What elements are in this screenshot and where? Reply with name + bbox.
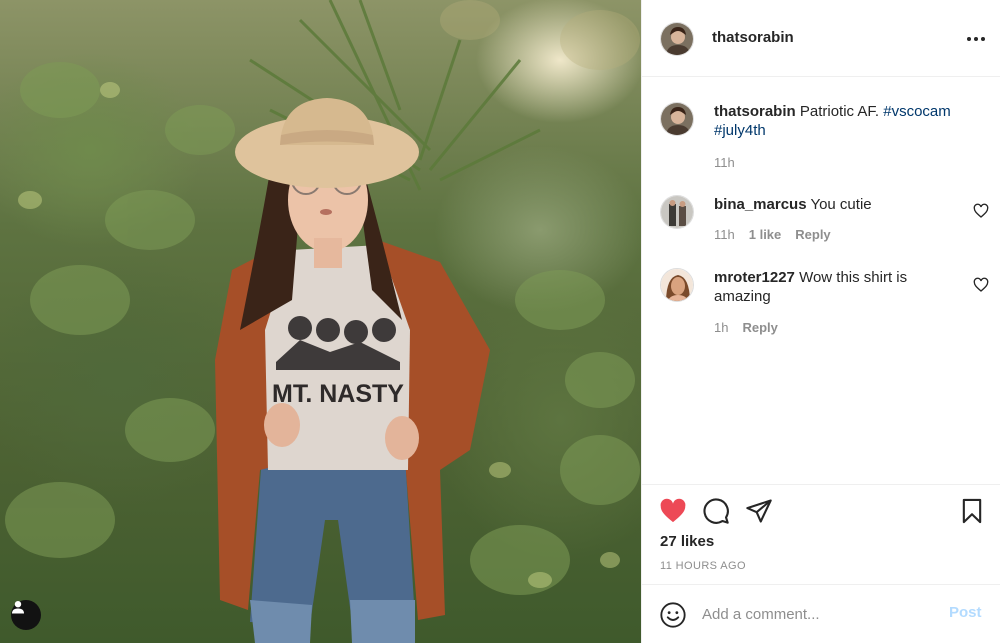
emoji-button[interactable] xyxy=(659,601,687,629)
save-button[interactable] xyxy=(958,497,986,525)
comment-text: You cutie xyxy=(810,196,872,213)
post-header: thatsorabin xyxy=(642,0,1000,77)
emoji-icon xyxy=(660,602,686,628)
like-comment-button[interactable] xyxy=(973,203,989,219)
like-comment-button[interactable] xyxy=(973,277,989,293)
comment-body: bina_marcus You cutie xyxy=(714,195,954,214)
post-side-panel: thatsorabin thatsorabin Patriotic AF. #v… xyxy=(641,0,1000,643)
heart-filled-icon xyxy=(660,498,686,523)
post-actions: 27 likes 11 HOURS AGO xyxy=(642,484,1000,584)
comment-body: mroter1227 Wow this shirt is amazing xyxy=(714,268,954,306)
caption-text: Patriotic AF. xyxy=(799,103,880,120)
heart-outline-icon xyxy=(973,277,989,292)
comment-meta: 1h Reply xyxy=(714,320,778,335)
add-comment-bar: Post xyxy=(642,584,1000,643)
comment-input[interactable] xyxy=(702,603,932,625)
author-username[interactable]: thatsorabin xyxy=(712,29,794,46)
reply-button[interactable]: Reply xyxy=(795,227,830,242)
more-horizontal-icon xyxy=(967,37,985,41)
comments-list: thatsorabin Patriotic AF. #vscocam #july… xyxy=(642,78,1000,484)
like-button[interactable] xyxy=(659,497,687,525)
caption-body: thatsorabin Patriotic AF. #vscocam #july… xyxy=(714,102,954,140)
author-avatar[interactable] xyxy=(660,22,694,56)
commenter-username[interactable]: bina_marcus xyxy=(714,196,807,213)
shirt-print-text: MT. NASTY xyxy=(272,380,404,408)
share-icon xyxy=(746,499,772,523)
commenter-avatar[interactable] xyxy=(660,195,694,229)
commenter-avatar[interactable] xyxy=(660,268,694,302)
comment-icon xyxy=(703,498,729,524)
caption-meta: 11h xyxy=(714,155,735,170)
comment-button[interactable] xyxy=(702,497,730,525)
post-photo[interactable]: MT. NASTY xyxy=(0,0,641,643)
hashtag-link[interactable]: #vscocam xyxy=(883,103,951,120)
comment-meta: 11h 1 like Reply xyxy=(714,227,831,242)
comment-likes[interactable]: 1 like xyxy=(749,227,782,242)
user-tag-icon xyxy=(12,601,24,614)
bookmark-icon xyxy=(962,498,982,524)
commenter-username[interactable]: mroter1227 xyxy=(714,269,795,286)
more-options-button[interactable] xyxy=(964,29,988,49)
post-comment-button[interactable]: Post xyxy=(949,604,982,621)
caption-time[interactable]: 11h xyxy=(714,155,735,170)
post-time-ago[interactable]: 11 HOURS AGO xyxy=(660,560,746,572)
likes-count[interactable]: 27 likes xyxy=(660,533,714,550)
caption-username[interactable]: thatsorabin xyxy=(714,103,796,120)
share-button[interactable] xyxy=(745,497,773,525)
post-photo-illustration: MT. NASTY xyxy=(5,0,640,643)
caption-avatar[interactable] xyxy=(660,102,694,136)
comment-time[interactable]: 11h xyxy=(714,227,735,242)
heart-outline-icon xyxy=(973,203,989,218)
hashtag-link[interactable]: #july4th xyxy=(714,122,766,139)
comment-time[interactable]: 1h xyxy=(714,320,728,335)
reply-button[interactable]: Reply xyxy=(742,320,777,335)
user-tag-button[interactable] xyxy=(11,600,41,630)
